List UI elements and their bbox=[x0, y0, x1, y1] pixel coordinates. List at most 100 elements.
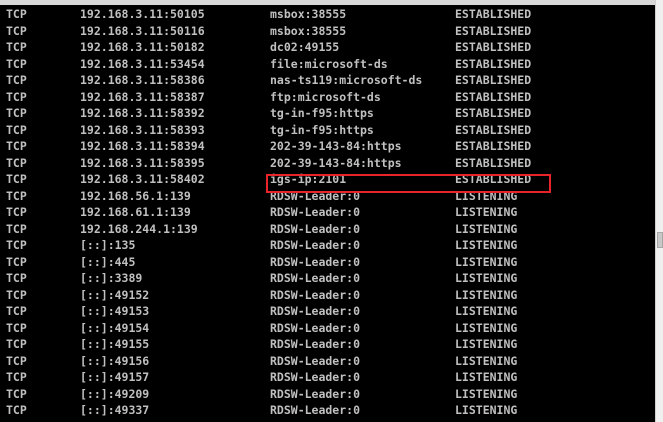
foreign-address-cell: ftp:microsoft-ds bbox=[270, 89, 381, 104]
local-address-cell: [::]:49155 bbox=[80, 337, 150, 351]
scrollbar-thumb[interactable] bbox=[657, 232, 663, 248]
state-cell: LISTENING bbox=[455, 205, 518, 219]
protocol-cell: TCP bbox=[6, 320, 27, 335]
local-address-cell: 192.168.3.11:50116 bbox=[80, 23, 205, 38]
state-cell: ESTABLISHED bbox=[455, 56, 532, 71]
connection-row: TCP 192.168.3.11:58393 tg-in-f95:https ESTA… bbox=[0, 122, 655, 139]
state-cell: ESTABLISHED bbox=[455, 172, 532, 186]
foreign-address-cell: tg-in-f95:https bbox=[270, 122, 374, 137]
protocol-cell: TCP bbox=[6, 337, 27, 351]
state-cell: LISTENING bbox=[455, 254, 518, 269]
local-address-cell: [::]:49152 bbox=[80, 287, 150, 302]
local-address-cell: 192.168.3.11:53454 bbox=[80, 56, 205, 71]
console-output[interactable]: TCP 192.168.3.11:50105 msbox:38555 ESTABLIS… bbox=[0, 0, 655, 422]
protocol-cell: TCP bbox=[6, 155, 27, 170]
protocol-cell: TCP bbox=[6, 89, 27, 104]
local-address-cell: 192.168.3.11:50105 bbox=[80, 7, 205, 21]
protocol-cell: TCP bbox=[6, 7, 27, 21]
connection-row: TCP 192.168.61.1:139 RDSW-Leader:0 LISTENIN… bbox=[0, 204, 655, 221]
connection-row: TCP 192.168.3.11:58392 tg-in-f95:https ESTA… bbox=[0, 105, 655, 122]
command-prompt-window: TCP 192.168.3.11:50105 msbox:38555 ESTABLIS… bbox=[0, 0, 663, 422]
foreign-address-cell: RDSW-Leader:0 bbox=[270, 386, 361, 401]
protocol-cell: TCP bbox=[6, 56, 27, 71]
local-address-cell: [::]:445 bbox=[80, 254, 136, 269]
protocol-cell: TCP bbox=[6, 254, 27, 269]
foreign-address-cell: RDSW-Leader:0 bbox=[270, 238, 361, 252]
connection-row: TCP [::]:49153 RDSW-Leader:0 LISTENING bbox=[0, 303, 655, 320]
state-cell: ESTABLISHED bbox=[455, 89, 532, 104]
state-cell: LISTENING bbox=[455, 221, 518, 236]
vertical-scrollbar[interactable] bbox=[655, 0, 663, 422]
connection-row: TCP 192.168.3.11:58394 202-39-143-84:https… bbox=[0, 138, 655, 155]
state-cell: ESTABLISHED bbox=[455, 73, 532, 87]
foreign-address-cell: msbox:38555 bbox=[270, 7, 347, 21]
local-address-cell: 192.168.3.11:58402 bbox=[80, 172, 205, 186]
foreign-address-cell: RDSW-Leader:0 bbox=[270, 403, 361, 417]
connection-row: TCP [::]:49155 RDSW-Leader:0 LISTENING bbox=[0, 336, 655, 353]
local-address-cell: 192.168.3.11:58392 bbox=[80, 106, 205, 120]
foreign-address-cell: igs-ip:2101 bbox=[270, 172, 347, 186]
local-address-cell: [::]:49156 bbox=[80, 353, 150, 368]
state-cell: ESTABLISHED bbox=[455, 139, 532, 153]
state-cell: LISTENING bbox=[455, 238, 518, 252]
state-cell: ESTABLISHED bbox=[455, 40, 532, 54]
connection-row: TCP 192.168.3.11:53454 file:microsoft-ds ES… bbox=[0, 56, 655, 73]
state-cell: ESTABLISHED bbox=[455, 155, 532, 170]
foreign-address-cell: RDSW-Leader:0 bbox=[270, 254, 361, 269]
protocol-cell: TCP bbox=[6, 386, 27, 401]
foreign-address-cell: RDSW-Leader:0 bbox=[270, 188, 361, 203]
foreign-address-cell: 202-39-143-84:https bbox=[270, 155, 402, 170]
connection-row: TCP [::]:49157 RDSW-Leader:0 LISTENING bbox=[0, 369, 655, 386]
foreign-address-cell: RDSW-Leader:0 bbox=[270, 353, 361, 368]
connection-row: TCP 192.168.56.1:139 RDSW-Leader:0 LISTENIN… bbox=[0, 188, 655, 205]
foreign-address-cell: dc02:49155 bbox=[270, 40, 340, 54]
connection-row: TCP [::]:49154 RDSW-Leader:0 LISTENING bbox=[0, 320, 655, 337]
foreign-address-cell: nas-ts119:microsoft-ds bbox=[270, 73, 423, 87]
local-address-cell: [::]:3389 bbox=[80, 271, 143, 285]
state-cell: ESTABLISHED bbox=[455, 122, 532, 137]
local-address-cell: [::]:135 bbox=[80, 238, 136, 252]
state-cell: LISTENING bbox=[455, 188, 518, 203]
local-address-cell: 192.168.3.11:58395 bbox=[80, 155, 205, 170]
connection-row: TCP [::]:49337 RDSW-Leader:0 LISTENING bbox=[0, 402, 655, 419]
connection-row: TCP 192.168.3.11:50116 msbox:38555 ESTABLIS… bbox=[0, 23, 655, 40]
protocol-cell: TCP bbox=[6, 271, 27, 285]
connection-row: TCP [::]:3389 RDSW-Leader:0 LISTENING bbox=[0, 270, 655, 287]
foreign-address-cell: RDSW-Leader:0 bbox=[270, 304, 361, 318]
state-cell: LISTENING bbox=[455, 353, 518, 368]
foreign-address-cell: RDSW-Leader:0 bbox=[270, 221, 361, 236]
local-address-cell: 192.168.56.1:139 bbox=[80, 188, 191, 203]
state-cell: LISTENING bbox=[455, 320, 518, 335]
protocol-cell: TCP bbox=[6, 287, 27, 302]
state-cell: LISTENING bbox=[455, 271, 518, 285]
foreign-address-cell: RDSW-Leader:0 bbox=[270, 287, 361, 302]
local-address-cell: [::]:49337 bbox=[80, 403, 150, 417]
protocol-cell: TCP bbox=[6, 304, 27, 318]
protocol-cell: TCP bbox=[6, 188, 27, 203]
foreign-address-cell: 202-39-143-84:https bbox=[270, 139, 402, 153]
connection-row: TCP [::]:49152 RDSW-Leader:0 LISTENING bbox=[0, 287, 655, 304]
state-cell: LISTENING bbox=[455, 304, 518, 318]
foreign-address-cell: tg-in-f95:https bbox=[270, 106, 374, 120]
state-cell: LISTENING bbox=[455, 370, 518, 384]
connection-row: TCP 192.168.3.11:58395 202-39-143-84:https… bbox=[0, 155, 655, 172]
local-address-cell: [::]:49154 bbox=[80, 320, 150, 335]
protocol-cell: TCP bbox=[6, 23, 27, 38]
local-address-cell: [::]:49157 bbox=[80, 370, 150, 384]
local-address-cell: [::]:49153 bbox=[80, 304, 150, 318]
local-address-cell: 192.168.3.11:58394 bbox=[80, 139, 205, 153]
state-cell: LISTENING bbox=[455, 403, 518, 417]
local-address-cell: 192.168.3.11:58393 bbox=[80, 122, 205, 137]
state-cell: LISTENING bbox=[455, 337, 518, 351]
connection-row: TCP 192.168.3.11:58387 ftp:microsoft-ds EST… bbox=[0, 89, 655, 106]
protocol-cell: TCP bbox=[6, 139, 27, 153]
local-address-cell: 192.168.3.11:58386 bbox=[80, 73, 205, 87]
connection-row: TCP 192.168.3.11:58402 igs-ip:2101 ESTABLIS… bbox=[0, 171, 655, 188]
foreign-address-cell: RDSW-Leader:0 bbox=[270, 337, 361, 351]
console-top-edge bbox=[0, 0, 655, 5]
connection-row: TCP 192.168.3.11:50182 dc02:49155 ESTABLISH… bbox=[0, 39, 655, 56]
foreign-address-cell: file:microsoft-ds bbox=[270, 56, 388, 71]
protocol-cell: TCP bbox=[6, 370, 27, 384]
protocol-cell: TCP bbox=[6, 205, 27, 219]
foreign-address-cell: RDSW-Leader:0 bbox=[270, 320, 361, 335]
